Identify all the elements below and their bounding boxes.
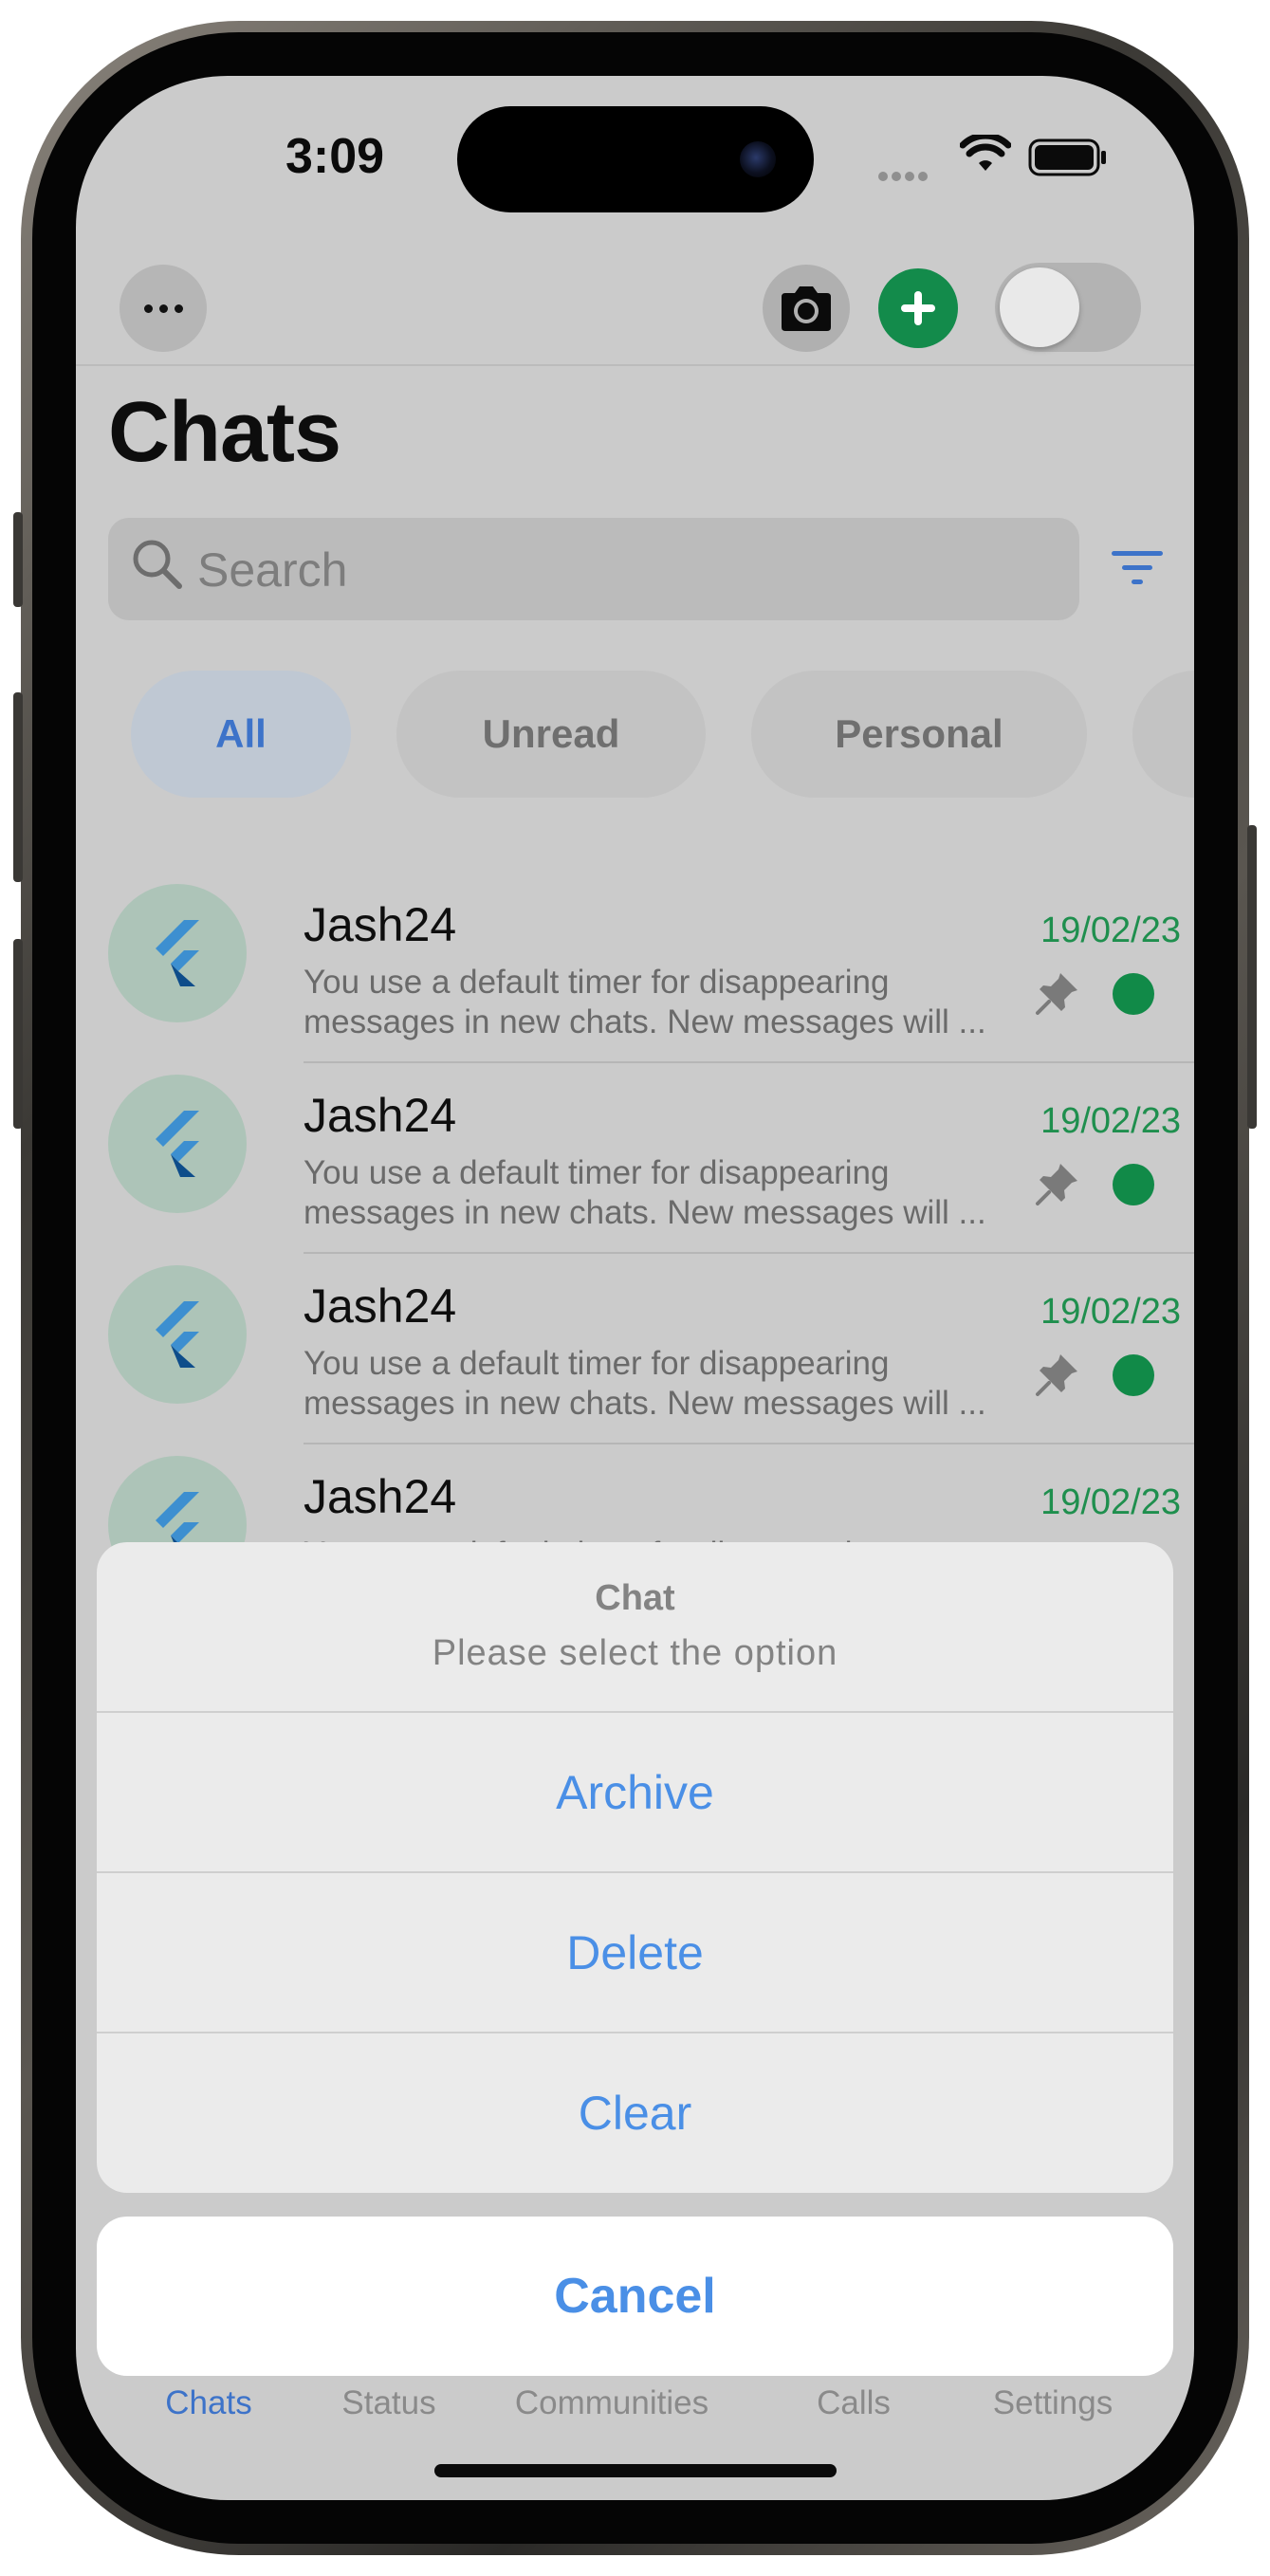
tab-status[interactable]: Status — [313, 2384, 465, 2422]
chat-date: 19/02/23 — [1040, 911, 1181, 950]
front-camera — [740, 141, 776, 177]
flutter-logo-icon — [156, 920, 199, 986]
toggle-knob[interactable] — [1000, 267, 1079, 347]
action-button — [13, 512, 23, 607]
new-chat-button[interactable] — [878, 268, 958, 348]
avatar — [108, 884, 247, 1022]
chat-message: messages in new chats. New messages will… — [304, 1003, 986, 1040]
chat-row[interactable]: Jash24 You use a default timer for disap… — [76, 1063, 1194, 1254]
tab-chats[interactable]: Chats — [133, 2384, 285, 2422]
chat-message: messages in new chats. New messages will… — [304, 1194, 986, 1231]
more-icon-dot — [175, 304, 183, 313]
page-title: Chats — [108, 385, 341, 480]
chat-name: Jash24 — [304, 898, 457, 951]
archive-button[interactable]: Archive — [97, 1713, 1173, 1872]
unread-indicator — [1113, 1164, 1154, 1205]
pin-icon — [1036, 1164, 1077, 1205]
tab-calls[interactable]: Calls — [778, 2384, 929, 2422]
chat-date: 19/02/23 — [1040, 1292, 1181, 1332]
chat-name: Jash24 — [304, 1089, 457, 1142]
chat-date: 19/02/23 — [1040, 1101, 1181, 1141]
avatar — [108, 1265, 247, 1404]
chat-name: Jash24 — [304, 1470, 457, 1523]
home-indicator[interactable] — [434, 2464, 837, 2477]
unread-indicator — [1113, 1354, 1154, 1396]
status-time: 3:09 — [285, 129, 385, 184]
unread-indicator — [1113, 973, 1154, 1015]
camera-icon — [782, 286, 831, 331]
toolbar-divider — [76, 364, 1194, 366]
chat-date: 19/02/23 — [1040, 1482, 1181, 1522]
screen: 3:09 Chats Search All Unread Personal Ja… — [76, 76, 1194, 2500]
flutter-logo-icon — [156, 1111, 199, 1177]
volume-up-button — [13, 692, 23, 882]
filter-chip-all[interactable]: All — [131, 671, 351, 798]
chat-row[interactable]: Jash24 You use a default timer for disap… — [76, 1254, 1194, 1444]
tab-settings[interactable]: Settings — [958, 2384, 1148, 2422]
chat-message: You use a default timer for disappearing — [304, 1345, 890, 1382]
chat-message: messages in new chats. New messages will… — [304, 1385, 986, 1422]
filter-chip-unread[interactable]: Unread — [396, 671, 706, 798]
plus-icon — [901, 291, 935, 325]
clear-button[interactable]: Clear — [97, 2033, 1173, 2193]
more-icon-dot — [159, 304, 168, 313]
pin-icon — [1036, 973, 1077, 1015]
action-sheet-title: Chat — [595, 1578, 675, 1618]
more-button[interactable] — [120, 265, 207, 352]
delete-button[interactable]: Delete — [97, 1873, 1173, 2033]
filter-chip-more[interactable] — [1132, 671, 1194, 798]
tab-communities[interactable]: Communities — [484, 2384, 740, 2422]
cancel-button[interactable]: Cancel — [97, 2217, 1173, 2376]
chat-name: Jash24 — [304, 1279, 457, 1333]
chat-message: You use a default timer for disappearing — [304, 1154, 890, 1191]
avatar — [108, 1075, 247, 1213]
wifi-icon — [960, 135, 1011, 171]
search-icon — [133, 540, 182, 589]
power-button — [1247, 825, 1257, 1129]
more-icon — [144, 304, 153, 313]
camera-button[interactable] — [763, 265, 850, 352]
chat-row[interactable]: Jash24 You use a default timer for disap… — [76, 873, 1194, 1063]
cellular-signal-icon — [878, 169, 931, 186]
volume-down-button — [13, 939, 23, 1129]
filter-chip-personal[interactable]: Personal — [751, 671, 1087, 798]
pin-icon — [1036, 1354, 1077, 1396]
battery-icon — [1028, 138, 1106, 176]
flutter-logo-icon — [156, 1301, 199, 1368]
filter-icon[interactable] — [1110, 545, 1165, 591]
chat-message: You use a default timer for disappearing — [304, 964, 890, 1001]
search-input[interactable] — [195, 531, 1053, 609]
action-sheet-subtitle: Please select the option — [432, 1633, 838, 1673]
